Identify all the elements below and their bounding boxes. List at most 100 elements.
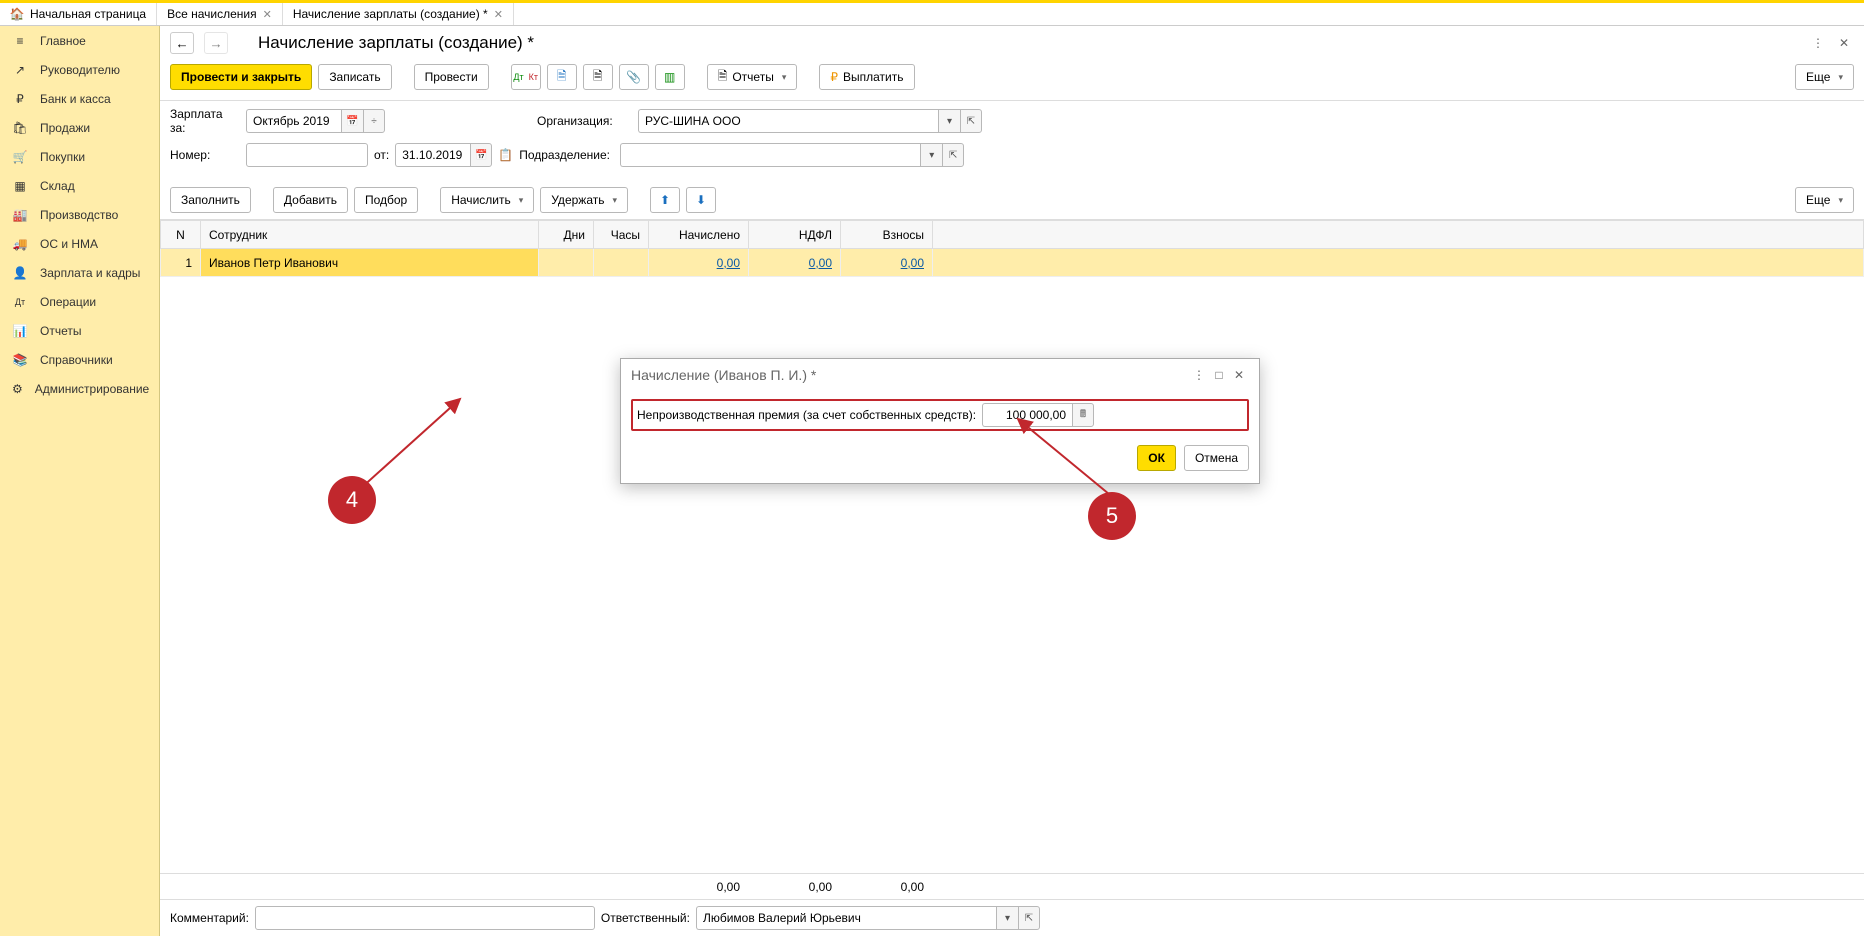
sidebar-item-manager[interactable]: ↗Руководителю [0,55,159,84]
tab-all-accruals[interactable]: Все начисления ✕ [157,3,283,25]
period-input[interactable] [246,109,341,133]
reports-button[interactable]: 🗎Отчеты [707,64,798,90]
accrue-button[interactable]: Начислить [440,187,534,213]
post-and-close-button[interactable]: Провести и закрыть [170,64,312,90]
post-button[interactable]: Провести [414,64,489,90]
dropdown-icon[interactable]: ▾ [920,143,942,167]
callout-4: 4 [328,476,376,524]
dropdown-icon[interactable]: ▾ [996,906,1018,930]
calc-icon[interactable]: 🖩 [1072,403,1094,427]
modal-field-label: Непроизводственная премия (за счет собст… [637,408,976,422]
dtkt-button[interactable]: ДтКт [511,64,541,90]
col-accrued[interactable]: Начислено [649,221,749,249]
tab-payroll-create[interactable]: Начисление зарплаты (создание) * ✕ [283,3,514,25]
doc-button[interactable]: 🗎 [547,64,577,90]
open-icon[interactable]: ⇱ [1018,906,1040,930]
truck-icon: 🚚 [12,236,28,252]
back-button[interactable]: ← [170,32,194,54]
from-label: от: [374,148,389,162]
org-input[interactable] [638,109,938,133]
sidebar-item-assets[interactable]: 🚚 ОС и НМА [0,229,159,258]
sidebar-item-reports[interactable]: 📊Отчеты [0,316,159,345]
calendar-icon[interactable]: 📅 [341,109,363,133]
comment-input[interactable] [255,906,595,930]
fill-button[interactable]: Заполнить [170,187,251,213]
kebab-icon[interactable]: ⋮ [1808,33,1828,53]
total-ndfl: 0,00 [748,880,840,894]
header-row: ← → Начисление зарплаты (создание) * ⋮ ✕ [160,26,1864,60]
close-icon[interactable]: ✕ [494,8,503,21]
sidebar-item-admin[interactable]: ⚙Администрирование [0,374,159,403]
close-icon[interactable]: ✕ [263,8,272,21]
sidebar-item-purchases[interactable]: 🛒Покупки [0,142,159,171]
cell-hours [594,249,649,277]
bonus-amount-input[interactable] [982,403,1072,427]
books-icon: 📚 [12,352,28,368]
col-rest [933,221,1864,249]
col-n[interactable]: N [161,221,201,249]
move-down-button[interactable]: ⬇ [686,187,716,213]
pick-button[interactable]: Подбор [354,187,418,213]
tab-home[interactable]: 🏠 Начальная страница [0,3,157,25]
save-button[interactable]: Записать [318,64,391,90]
sidebar-item-warehouse[interactable]: ▦Склад [0,171,159,200]
sidebar-label: Продажи [40,121,90,135]
sidebar-item-sales[interactable]: 🛍 Продажи [0,113,159,142]
bag-icon: 🛍 [12,120,28,136]
table-toolbar: Заполнить Добавить Подбор Начислить Удер… [160,181,1864,219]
cell-ndfl[interactable]: 0,00 [809,256,832,270]
home-icon: 🏠 [10,7,24,21]
sidebar-item-operations[interactable]: ДтОперации [0,287,159,316]
responsible-label: Ответственный: [601,911,690,925]
responsible-input[interactable] [696,906,996,930]
col-emp[interactable]: Сотрудник [201,221,539,249]
col-contrib[interactable]: Взносы [841,221,933,249]
cart-icon: 🛒 [12,149,28,165]
forward-button[interactable]: → [204,32,228,54]
total-contrib: 0,00 [840,880,932,894]
sidebar-item-main[interactable]: ≡Главное [0,26,159,55]
col-days[interactable]: Дни [539,221,594,249]
close-icon[interactable]: ✕ [1834,33,1854,53]
ok-button[interactable]: ОК [1137,445,1176,471]
deduct-button[interactable]: Удержать [540,187,628,213]
sidebar-item-bank[interactable]: ₽Банк и касса [0,84,159,113]
dropdown-icon[interactable]: ▾ [938,109,960,133]
add-button[interactable]: Добавить [273,187,348,213]
sidebar-item-salary[interactable]: 👤Зарплата и кадры [0,258,159,287]
sidebar-item-production[interactable]: 🏭Производство [0,200,159,229]
kebab-icon[interactable]: ⋮ [1189,365,1209,385]
total-accrued: 0,00 [648,880,748,894]
pay-button[interactable]: ₽Выплатить [819,64,914,90]
table-row[interactable]: 1 Иванов Петр Иванович 0,00 0,00 0,00 [161,249,1864,277]
date-input[interactable] [395,143,470,167]
more-button[interactable]: Еще [1795,64,1854,90]
open-icon[interactable]: ⇱ [942,143,964,167]
sidebar: ≡Главное ↗Руководителю ₽Банк и касса 🛍 Пр… [0,26,160,936]
maximize-icon[interactable]: □ [1209,365,1229,385]
cancel-button[interactable]: Отмена [1184,445,1249,471]
more-button-2[interactable]: Еще [1795,187,1854,213]
ruble-icon: ₽ [830,70,838,84]
col-ndfl[interactable]: НДФЛ [749,221,841,249]
open-icon[interactable]: ⇱ [960,109,982,133]
dept-label: Подразделение: [519,148,614,162]
sidebar-item-directories[interactable]: 📚Справочники [0,345,159,374]
sidebar-label: ОС и НМА [40,237,98,251]
num-input[interactable] [246,143,368,167]
structure-button[interactable]: ▥ [655,64,685,90]
spinner-icon[interactable]: ÷ [363,109,385,133]
dept-input[interactable] [620,143,920,167]
attach-button[interactable]: 📎 [619,64,649,90]
cell-accrued[interactable]: 0,00 [717,256,740,270]
calendar-icon[interactable]: 📅 [470,143,492,167]
employee-table[interactable]: N Сотрудник Дни Часы Начислено НДФЛ Взно… [160,219,1864,873]
import-doc-button[interactable]: 🗎 [583,64,613,90]
cell-contrib[interactable]: 0,00 [901,256,924,270]
sidebar-label: Главное [40,34,86,48]
callout-5: 5 [1088,492,1136,540]
move-up-button[interactable]: ⬆ [650,187,680,213]
col-hours[interactable]: Часы [594,221,649,249]
close-icon[interactable]: ✕ [1229,365,1249,385]
page-title: Начисление зарплаты (создание) * [258,33,534,53]
